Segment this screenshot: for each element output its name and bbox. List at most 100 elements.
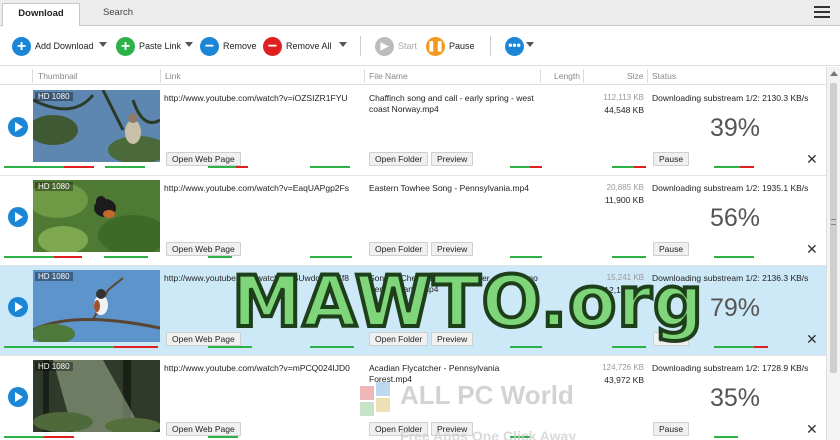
toolbar: + Add Download + Paste Link − Remove − R… [0, 26, 840, 66]
hd-badge: HD 1080 [35, 182, 73, 191]
remove-all-dropdown-icon[interactable] [339, 42, 347, 47]
row-progress-percent: 56% [709, 204, 761, 232]
progress-segment [310, 166, 350, 168]
video-thumbnail: HD 1080 [33, 90, 160, 162]
close-icon[interactable]: ✕ [806, 422, 818, 436]
progress-segment [740, 166, 754, 168]
download-row[interactable]: HD 1080 http://www.youtube.com/watch?v=E… [0, 176, 826, 266]
download-row[interactable]: HD 1080 http://www.youtube.com/watch?v=i… [0, 86, 826, 176]
row-size-total: 20,885 KB [606, 183, 644, 192]
col-file-name[interactable]: File Name [369, 71, 408, 81]
pause-label: Pause [449, 41, 475, 51]
minus-icon: − [263, 36, 282, 56]
row-pause-button[interactable]: Pause [653, 152, 690, 166]
play-icon[interactable] [8, 207, 28, 227]
preview-button[interactable]: Preview [431, 152, 474, 166]
more-dots-icon: ••• [505, 36, 524, 56]
progress-segment [530, 166, 542, 168]
preview-button[interactable]: Preview [431, 242, 474, 256]
row-file-name: Eastern Towhee Song - Pennsylvania.mp4 [369, 183, 530, 193]
play-icon[interactable] [8, 297, 28, 317]
open-web-page-button[interactable]: Open Web Page [166, 152, 241, 166]
add-download-button[interactable]: + Add Download [12, 36, 94, 56]
col-link[interactable]: Link [165, 71, 181, 81]
progress-segment [208, 256, 232, 258]
progress-segment [208, 436, 238, 438]
progress-segment [310, 346, 354, 348]
progress-segment [4, 256, 54, 258]
progress-segment [54, 256, 82, 258]
watermark-text: MAWTO.org [230, 260, 705, 344]
more-options-dropdown-icon[interactable] [526, 42, 534, 47]
add-download-label: Add Download [35, 41, 94, 51]
progress-segment [4, 346, 114, 348]
pause-button[interactable]: ❚❚ Pause [426, 36, 475, 56]
progress-segment [714, 346, 754, 348]
paste-link-button[interactable]: + Paste Link [116, 36, 181, 56]
progress-segment [510, 166, 530, 168]
open-folder-button[interactable]: Open Folder [369, 242, 429, 256]
progress-segment [310, 256, 352, 258]
column-header: Thumbnail Link File Name Length Size Sta… [0, 67, 826, 85]
col-length[interactable]: Length [554, 71, 580, 81]
open-web-page-button[interactable]: Open Web Page [166, 242, 241, 256]
scroll-up-arrow-icon[interactable] [830, 71, 838, 76]
scrollbar-thumb[interactable] [830, 83, 837, 373]
progress-segment [634, 166, 646, 168]
progress-segment [612, 346, 646, 348]
more-options-button[interactable]: ••• [505, 36, 528, 56]
hd-badge: HD 1080 [35, 362, 73, 371]
add-download-dropdown-icon[interactable] [99, 42, 107, 47]
progress-segment [714, 436, 738, 438]
watermark-tagline: Free Apps One Click Away [400, 428, 577, 440]
hamburger-menu-icon[interactable] [814, 6, 830, 19]
tab-search[interactable]: Search [84, 3, 152, 26]
progress-segment [208, 166, 236, 168]
vertical-scrollbar[interactable] [826, 67, 840, 440]
watermark-brand: ALL PC World [400, 380, 574, 410]
play-icon: ▶ [375, 36, 394, 56]
all-pc-world-logo-icon [360, 382, 390, 416]
remove-all-label: Remove All [286, 41, 332, 51]
progress-segment [754, 346, 768, 348]
tab-download[interactable]: Download [2, 3, 80, 26]
row-status: Downloading substream 1/2: 2130.3 KB/s [652, 93, 809, 103]
remove-button[interactable]: − Remove [200, 36, 257, 56]
open-web-page-button[interactable]: Open Web Page [166, 332, 241, 346]
row-link: http://www.youtube.com/watch?v=EaqUAPgp2… [164, 183, 349, 193]
toolbar-divider [490, 36, 491, 56]
col-status[interactable]: Status [652, 71, 676, 81]
remove-all-button[interactable]: − Remove All [263, 36, 332, 56]
start-label: Start [398, 41, 418, 51]
row-size-downloaded: 11,900 KB [604, 195, 644, 205]
close-icon[interactable]: ✕ [806, 242, 818, 256]
minus-icon: − [200, 36, 219, 56]
row-progress-percent: 39% [709, 114, 761, 142]
row-progress-percent: 35% [709, 384, 761, 412]
progress-segment [44, 436, 74, 438]
col-thumbnail[interactable]: Thumbnail [38, 71, 78, 81]
row-progress-percent: 79% [709, 294, 761, 322]
row-size-downloaded: 44,548 KB [604, 105, 644, 115]
progress-segment [612, 166, 634, 168]
plus-icon: + [116, 36, 135, 56]
progress-segment [208, 346, 252, 348]
progress-segment [714, 166, 740, 168]
progress-segment [4, 166, 64, 168]
hd-badge: HD 1080 [35, 92, 73, 101]
progress-segment [510, 256, 542, 258]
close-icon[interactable]: ✕ [806, 332, 818, 346]
open-folder-button[interactable]: Open Folder [369, 152, 429, 166]
video-thumbnail: HD 1080 [33, 360, 160, 432]
col-size[interactable]: Size [627, 71, 644, 81]
progress-segment [114, 346, 158, 348]
open-web-page-button[interactable]: Open Web Page [166, 422, 241, 436]
row-pause-button[interactable]: Pause [653, 422, 690, 436]
start-button[interactable]: ▶ Start [375, 36, 417, 56]
play-icon[interactable] [8, 117, 28, 137]
paste-link-dropdown-icon[interactable] [185, 42, 193, 47]
close-icon[interactable]: ✕ [806, 152, 818, 166]
row-pause-button[interactable]: Pause [653, 242, 690, 256]
play-icon[interactable] [8, 387, 28, 407]
progress-segment [105, 166, 145, 168]
